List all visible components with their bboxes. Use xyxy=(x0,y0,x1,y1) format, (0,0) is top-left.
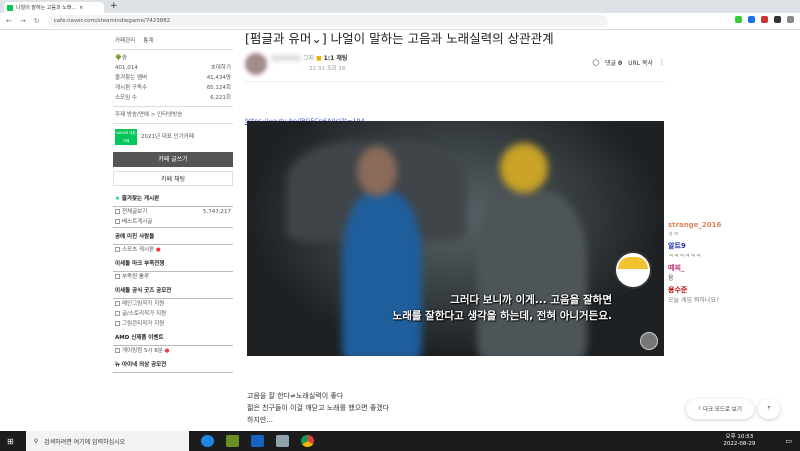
chat-message: 응 xyxy=(668,275,674,282)
comment-link[interactable]: 댓글 0 xyxy=(605,58,622,67)
post-count: 5,747,217 xyxy=(203,209,231,215)
comment-icon: ◯ xyxy=(592,59,599,66)
stat-value: 6,221회 xyxy=(210,95,231,101)
tab-bar: 나얼이 말하는 고음과 노래... × + xyxy=(0,0,800,13)
level-icon: 🌳 xyxy=(115,55,122,61)
forward-icon[interactable]: → xyxy=(20,17,26,25)
stat-label: 소모임 수 xyxy=(115,95,137,101)
board-link[interactable]: 베스트게시글 xyxy=(115,218,152,226)
body-line: 젊은 친구들이 이걸 깨닫고 노래를 했으면 좋겠다 xyxy=(247,404,390,412)
board-link[interactable]: 부족원 룰루 xyxy=(115,273,149,281)
chat-username: strange_2016 xyxy=(668,221,722,229)
member-count: 401,014 xyxy=(115,65,138,71)
back-icon[interactable]: ← xyxy=(6,17,12,25)
body-line: 고음을 잘 한다≠노래실력이 좋다 xyxy=(247,392,344,400)
extension-icon[interactable] xyxy=(748,16,755,23)
channel-avatar xyxy=(640,332,658,350)
cafe-level: 숲 xyxy=(121,55,127,61)
stat-value: 65,124회 xyxy=(206,85,231,91)
edge-icon[interactable] xyxy=(200,435,214,447)
cafe-topic[interactable]: 주제 방송/연예 > 인터넷방송 xyxy=(113,110,233,120)
stat-label: 게시판 구독수 xyxy=(115,85,148,91)
author-name[interactable]: 그지 xyxy=(303,55,314,62)
chat-username: 알트9 xyxy=(668,242,686,250)
cafe-manage-link[interactable]: 카페관리 xyxy=(115,37,135,45)
face-sticker xyxy=(614,251,652,289)
browser-tab[interactable]: 나얼이 말하는 고음과 노래... × xyxy=(4,2,104,13)
extension-icon[interactable] xyxy=(774,16,781,23)
board-group: 이세돌 공식 굿즈 공모전 xyxy=(113,282,233,299)
one-on-one-chat[interactable]: 1:1 채팅 xyxy=(324,55,348,62)
stat-label: 즐겨찾는 멤버 xyxy=(115,75,148,81)
more-icon[interactable]: ⋮ xyxy=(659,59,665,66)
close-icon[interactable]: × xyxy=(79,5,83,11)
author-name-blurred xyxy=(271,55,301,61)
video-player[interactable]: 그러다 보니까 이게... 고음을 잘하면 노래를 잘한다고 생각을 하는데, … xyxy=(247,121,664,356)
board-group: 이세돌 마크 부족전쟁 xyxy=(113,255,233,272)
post-meta: 22:31 조회 16 xyxy=(309,66,346,72)
cafe-chat-button[interactable]: 카페 채팅 xyxy=(113,171,233,186)
board-link[interactable]: 그림콘티작가 지원 xyxy=(115,320,164,328)
invite-link[interactable]: 초대하기 xyxy=(211,64,231,72)
taskbar-search[interactable]: ⚲ 검색하려면 여기에 입력하십시오 xyxy=(25,431,189,451)
scroll-top-button[interactable]: ⤒ xyxy=(758,399,780,419)
windows-start-icon[interactable]: ⊞ xyxy=(7,437,14,446)
chat-username: 용수준 xyxy=(668,286,688,294)
naver-badge: NAVER 대표카페 xyxy=(115,129,137,145)
taskbar: ⊞ ⚲ 검색하려면 여기에 입력하십시오 오후 10:53 2022-08-29 ▭ xyxy=(0,431,800,451)
vegas-icon[interactable] xyxy=(250,435,264,447)
write-post-button[interactable]: 카페 글쓰기 xyxy=(113,152,233,167)
chat-overlay: strange_2016 ㅎㅇ 알트9 ㅋㅋㅋㅋㅋㅋ 떼찌_ 응 용수준오늘 게임 뭐… xyxy=(668,218,800,304)
stats-link[interactable]: 통계 xyxy=(143,37,153,45)
post-body: 고음을 잘 한다≠노래실력이 좋다 젊은 친구들이 이걸 깨닫고 노래를 했으면… xyxy=(247,390,389,426)
board-link[interactable]: 글/스토리작가 지원 xyxy=(115,310,166,318)
minecraft-icon[interactable] xyxy=(225,435,239,447)
body-line: 하지만... xyxy=(247,416,273,424)
extension-icon[interactable] xyxy=(735,16,742,23)
arrow-up-icon: ⤒ xyxy=(767,405,771,412)
app-icon[interactable] xyxy=(275,435,289,447)
notification-icon[interactable]: ▭ xyxy=(785,437,792,445)
avatar xyxy=(245,53,267,75)
subtitle-line: 노래를 잘한다고 생각을 하는데, 전혀 아니거든요. xyxy=(392,310,612,322)
board-group: 공예 미친 사람들 xyxy=(113,228,233,245)
reload-icon[interactable]: ↻ xyxy=(34,17,40,25)
chat-username: 떼찌_ xyxy=(668,264,685,272)
sidebar: 카페관리 통계 🌳 숲 401,014 초대하기 즐겨찾는 멤버 41,434명 게시판… xyxy=(113,30,233,373)
clock[interactable]: 오후 10:53 2022-08-29 xyxy=(723,434,755,448)
extension-icon[interactable] xyxy=(761,16,768,23)
favorites-header[interactable]: 즐겨찾는 게시판 xyxy=(122,196,159,202)
url-copy-button[interactable]: URL 복사 xyxy=(628,58,653,67)
url-input[interactable]: cafe.naver.com/steamindiegame/7423882 xyxy=(47,15,608,27)
subtitle-line: 그러다 보니까 이게... 고음을 잘하면 xyxy=(450,294,612,306)
board-link[interactable]: 스포츠 게시판 ● xyxy=(115,246,161,254)
stat-value: 41,434명 xyxy=(206,75,231,81)
search-icon: ⚲ xyxy=(33,437,39,445)
post: [펌글과 유머⌄] 나얼이 말하는 고음과 노래실력의 상관관계 그지 ■ 1:… xyxy=(245,30,665,125)
board-group: AMD 신제품 이벤트 xyxy=(113,329,233,346)
award-text: 2021년 대표 인기카페 xyxy=(141,134,194,140)
tab-title: 나얼이 말하는 고음과 노래... xyxy=(16,5,77,11)
star-icon: ★ xyxy=(115,196,120,202)
naver-cafe-favicon xyxy=(7,4,13,11)
chat-message: ㅋㅋㅋㅋㅋㅋ xyxy=(668,253,702,260)
chat-message: 오늘 게임 뭐하나요? xyxy=(668,297,720,304)
extensions xyxy=(735,16,794,23)
extension-icon[interactable] xyxy=(787,16,794,23)
new-tab-button[interactable]: + xyxy=(110,1,118,11)
board-link[interactable]: 메인그림작가 지원 xyxy=(115,300,164,308)
chrome-icon[interactable] xyxy=(300,435,314,447)
board-link[interactable]: 게이밍컴 5시 8분 ● xyxy=(115,347,169,355)
dark-mode-button[interactable]: ☾ 다크 모드로 보기 xyxy=(686,399,754,419)
board-group: 뉴 아이네 의상 공모전 xyxy=(113,356,233,373)
chat-message: ㅎㅇ xyxy=(668,231,680,238)
post-title: [펌글과 유머⌄] 나얼이 말하는 고음과 노래실력의 상관관계 xyxy=(245,31,554,46)
board-link[interactable]: 전체글보기 xyxy=(115,208,147,216)
